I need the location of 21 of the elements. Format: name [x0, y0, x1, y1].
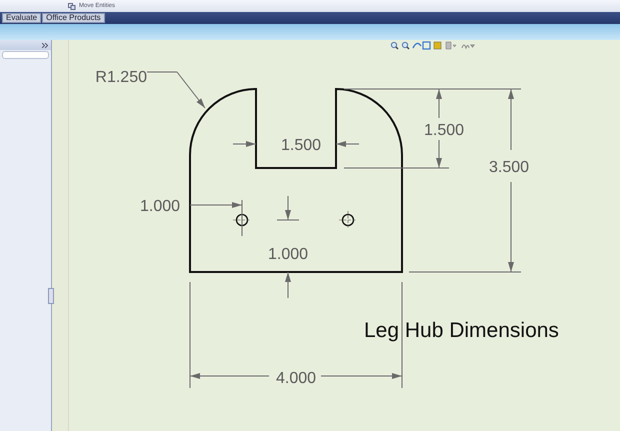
section-view-icon[interactable] — [446, 42, 456, 50]
dimension-value: 1.500 — [280, 137, 322, 154]
splitter-handle[interactable] — [48, 288, 54, 304]
dimension-value: 1.500 — [424, 122, 464, 139]
dimension-value: 3.500 — [488, 159, 530, 176]
ribbon-tab[interactable]: Office Products — [42, 13, 105, 23]
view-settings-icon[interactable] — [462, 44, 474, 48]
drawing-caption: Leg Hub Dimensions — [364, 319, 559, 342]
expand-chevron-icon[interactable] — [42, 42, 48, 48]
ribbon-tab[interactable]: Evaluate — [2, 13, 42, 23]
dimension-value: 1.000 — [268, 246, 308, 263]
zoom-in-icon[interactable] — [402, 42, 410, 50]
radius-leader — [146, 72, 206, 108]
dimension-value: 4.000 — [276, 370, 316, 387]
dimension-value: 1.000 — [140, 198, 180, 215]
hole-drawing — [338, 210, 358, 230]
dimension-line — [190, 200, 242, 236]
move-icon[interactable] — [68, 2, 76, 10]
filter-field[interactable] — [2, 51, 50, 59]
radius-label: R1.250 — [95, 69, 147, 86]
zoom-fit-icon[interactable] — [390, 42, 398, 50]
